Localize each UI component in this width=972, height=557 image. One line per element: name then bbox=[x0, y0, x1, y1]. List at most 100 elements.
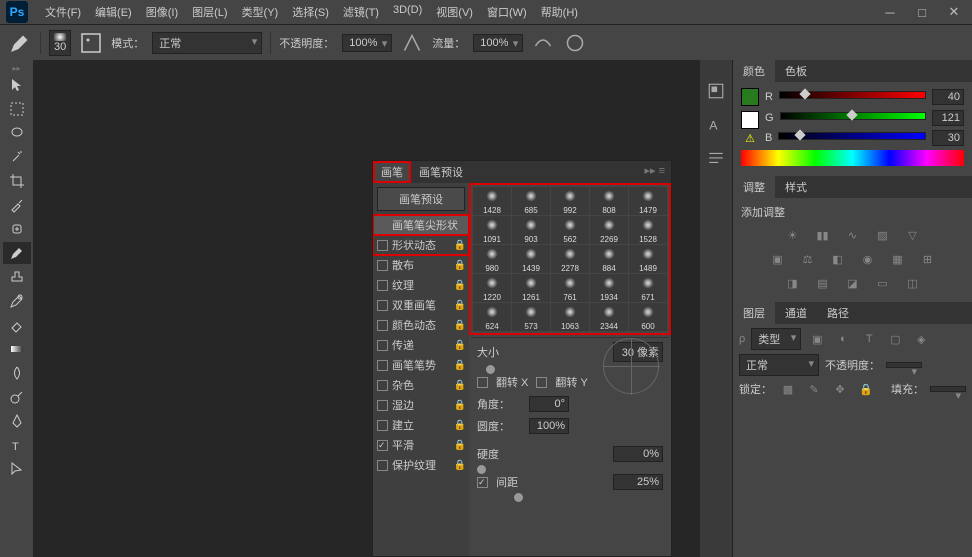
opacity-input[interactable]: 100% bbox=[342, 34, 392, 52]
g-slider[interactable] bbox=[780, 112, 926, 124]
brush-preset-573[interactable]: 573 bbox=[512, 303, 550, 331]
panel-menu-icon[interactable]: ▸▸ ≡ bbox=[638, 161, 671, 183]
brush-preset-562[interactable]: 562 bbox=[551, 216, 589, 244]
filter-type-icon[interactable]: T bbox=[859, 330, 879, 348]
blur-tool[interactable] bbox=[3, 362, 31, 384]
hsl-icon[interactable]: ▣ bbox=[768, 250, 788, 268]
brush-opt-12[interactable]: 保护纹理🔒 bbox=[373, 455, 469, 475]
r-slider[interactable] bbox=[779, 91, 926, 103]
bw-icon[interactable]: ◧ bbox=[828, 250, 848, 268]
brush-preset-600[interactable]: 600 bbox=[629, 303, 667, 331]
brush-preset-1428[interactable]: 1428 bbox=[473, 187, 511, 215]
history-panel-icon[interactable] bbox=[705, 80, 727, 102]
tab-paths[interactable]: 路径 bbox=[817, 302, 859, 324]
brush-preset-2344[interactable]: 2344 bbox=[590, 303, 628, 331]
stamp-tool[interactable] bbox=[3, 266, 31, 288]
brush-preset-808[interactable]: 808 bbox=[590, 187, 628, 215]
tab-layers[interactable]: 图层 bbox=[733, 302, 775, 324]
background-swatch[interactable] bbox=[741, 111, 759, 129]
r-value[interactable]: 40 bbox=[932, 89, 964, 105]
path-select-tool[interactable] bbox=[3, 458, 31, 480]
eyedropper-tool[interactable] bbox=[3, 194, 31, 216]
tab-adjustments[interactable]: 调整 bbox=[733, 176, 775, 198]
marquee-tool[interactable] bbox=[3, 98, 31, 120]
brush-preset-903[interactable]: 903 bbox=[512, 216, 550, 244]
brush-preset-2278[interactable]: 2278 bbox=[551, 245, 589, 273]
crop-tool[interactable] bbox=[3, 170, 31, 192]
filter-image-icon[interactable]: ▣ bbox=[807, 330, 827, 348]
brush-opt-8[interactable]: 杂色🔒 bbox=[373, 375, 469, 395]
flipy-checkbox[interactable] bbox=[536, 377, 547, 388]
exposure-icon[interactable]: ▨ bbox=[873, 226, 893, 244]
brush-opt-0[interactable]: 画笔笔尖形状 bbox=[373, 215, 469, 235]
lock-all-icon[interactable]: 🔒 bbox=[856, 380, 876, 398]
b-value[interactable]: 30 bbox=[932, 130, 964, 146]
layer-fill-input[interactable] bbox=[930, 386, 966, 392]
brush-tool-icon[interactable] bbox=[8, 31, 32, 55]
photo-filter-icon[interactable]: ◉ bbox=[858, 250, 878, 268]
brush-preset-1528[interactable]: 1528 bbox=[629, 216, 667, 244]
menu-类型(Y)[interactable]: 类型(Y) bbox=[235, 1, 286, 23]
tablet-pressure-icon[interactable] bbox=[563, 31, 587, 55]
brush-opt-7[interactable]: 画笔笔势🔒 bbox=[373, 355, 469, 375]
brush-preset-980[interactable]: 980 bbox=[473, 245, 511, 273]
spacing-value[interactable]: 25% bbox=[613, 474, 663, 490]
brush-preset-1091[interactable]: 1091 bbox=[473, 216, 511, 244]
vibrance-icon[interactable]: ▽ bbox=[903, 226, 923, 244]
tab-brush[interactable]: 画笔 bbox=[373, 161, 411, 183]
spacing-checkbox[interactable] bbox=[477, 477, 488, 488]
wand-tool[interactable] bbox=[3, 146, 31, 168]
brush-preset-1479[interactable]: 1479 bbox=[629, 187, 667, 215]
invert-icon[interactable]: ◨ bbox=[783, 274, 803, 292]
mixer-icon[interactable]: ▦ bbox=[888, 250, 908, 268]
close-button[interactable]: ✕ bbox=[942, 3, 966, 21]
levels-icon[interactable]: ▮▮ bbox=[813, 226, 833, 244]
flow-input[interactable]: 100% bbox=[473, 34, 523, 52]
brush-preset-884[interactable]: 884 bbox=[590, 245, 628, 273]
g-value[interactable]: 121 bbox=[932, 110, 964, 126]
character-panel-icon[interactable]: A bbox=[705, 114, 727, 136]
blend-mode-dropdown[interactable]: 正常 bbox=[152, 32, 262, 54]
b-slider[interactable] bbox=[778, 132, 926, 144]
brush-preset-992[interactable]: 992 bbox=[551, 187, 589, 215]
menu-窗口(W)[interactable]: 窗口(W) bbox=[480, 1, 534, 23]
menu-选择(S)[interactable]: 选择(S) bbox=[285, 1, 336, 23]
lock-trans-icon[interactable]: ▩ bbox=[778, 380, 798, 398]
menu-帮助(H)[interactable]: 帮助(H) bbox=[534, 1, 585, 23]
brush-preset-1261[interactable]: 1261 bbox=[512, 274, 550, 302]
menu-滤镜(T)[interactable]: 滤镜(T) bbox=[336, 1, 386, 23]
gradient-tool[interactable] bbox=[3, 338, 31, 360]
lasso-tool[interactable] bbox=[3, 122, 31, 144]
threshold-icon[interactable]: ◪ bbox=[843, 274, 863, 292]
menu-视图(V)[interactable]: 视图(V) bbox=[429, 1, 480, 23]
filter-smart-icon[interactable]: ◈ bbox=[911, 330, 931, 348]
tab-swatches[interactable]: 色板 bbox=[775, 60, 817, 82]
selective-icon[interactable]: ◫ bbox=[903, 274, 923, 292]
layer-opacity-input[interactable] bbox=[886, 362, 922, 368]
history-brush-tool[interactable] bbox=[3, 290, 31, 312]
brush-presets-button[interactable]: 画笔预设 bbox=[377, 187, 465, 211]
move-tool[interactable] bbox=[3, 74, 31, 96]
type-tool[interactable]: T bbox=[3, 434, 31, 456]
brush-preset-1934[interactable]: 1934 bbox=[590, 274, 628, 302]
dodge-tool[interactable] bbox=[3, 386, 31, 408]
angle-widget[interactable] bbox=[603, 338, 659, 394]
brush-preset-picker[interactable]: 30 bbox=[49, 30, 71, 56]
tab-color[interactable]: 颜色 bbox=[733, 60, 775, 82]
curves-icon[interactable]: ∿ bbox=[843, 226, 863, 244]
menu-3D(D)[interactable]: 3D(D) bbox=[386, 1, 429, 23]
menu-编辑(E)[interactable]: 编辑(E) bbox=[88, 1, 139, 23]
minimize-button[interactable]: ─ bbox=[878, 3, 902, 21]
brush-opt-9[interactable]: 湿边🔒 bbox=[373, 395, 469, 415]
eraser-tool[interactable] bbox=[3, 314, 31, 336]
airbrush-icon[interactable] bbox=[531, 31, 555, 55]
brush-preset-624[interactable]: 624 bbox=[473, 303, 511, 331]
brush-preset-1063[interactable]: 1063 bbox=[551, 303, 589, 331]
tab-styles[interactable]: 样式 bbox=[775, 176, 817, 198]
brush-preset-1489[interactable]: 1489 bbox=[629, 245, 667, 273]
brush-opt-5[interactable]: 颜色动态🔒 bbox=[373, 315, 469, 335]
tab-channels[interactable]: 通道 bbox=[775, 302, 817, 324]
brush-opt-10[interactable]: 建立🔒 bbox=[373, 415, 469, 435]
brush-opt-1[interactable]: 形状动态🔒 bbox=[373, 235, 469, 255]
balance-icon[interactable]: ⚖ bbox=[798, 250, 818, 268]
